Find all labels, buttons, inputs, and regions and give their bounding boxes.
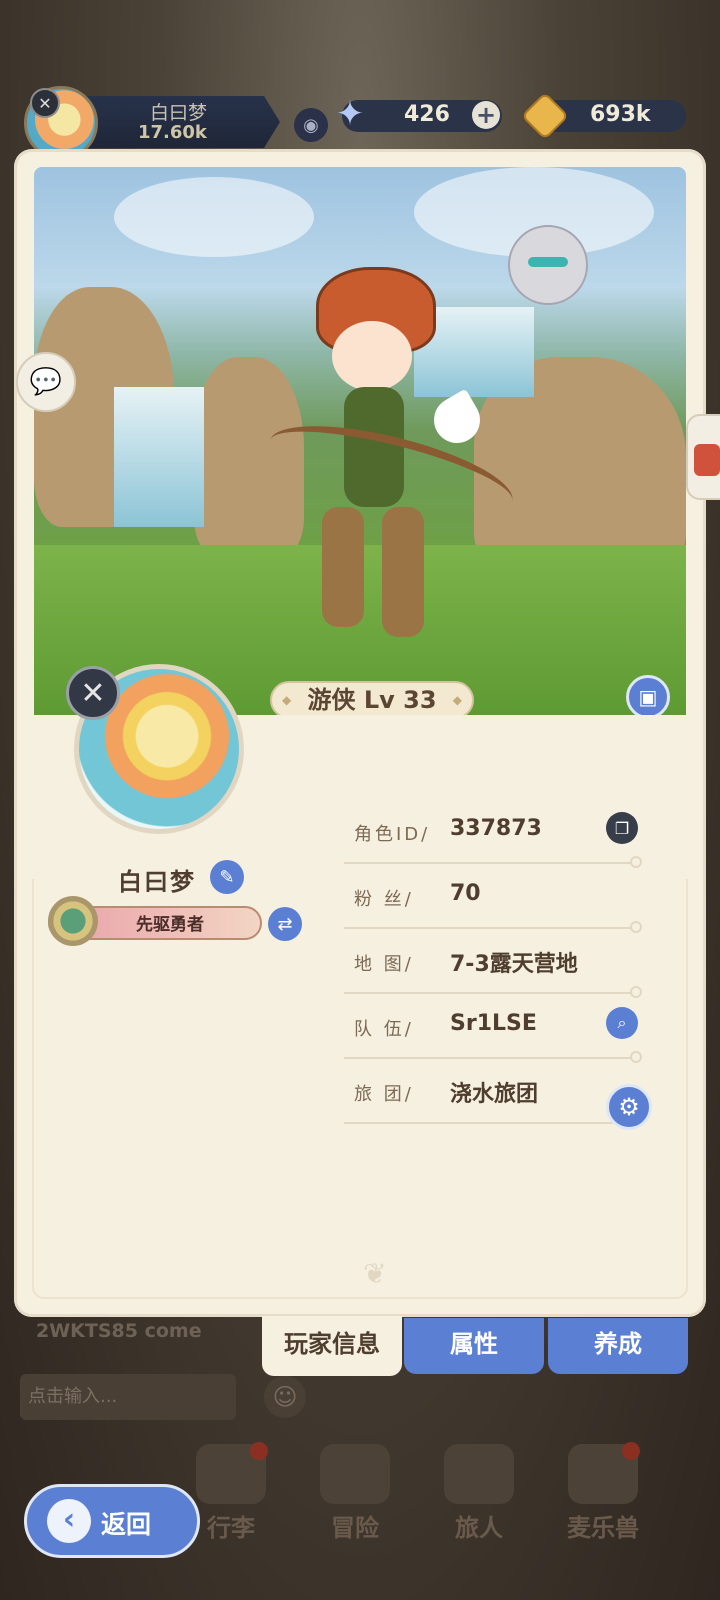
title-text: 先驱勇者 bbox=[136, 915, 204, 935]
gem-counter: ✦ 426 + bbox=[336, 94, 502, 134]
gold-coin-icon bbox=[520, 91, 570, 141]
info-row-id: 角色ID/ 337873 ❐ bbox=[344, 800, 642, 868]
side-tab[interactable] bbox=[686, 414, 720, 500]
info-label: 地 图/ bbox=[354, 954, 414, 975]
nav-label: 旅人 bbox=[455, 1514, 503, 1542]
info-label: 角色ID/ bbox=[354, 824, 431, 845]
nav-pets[interactable]: 麦乐兽 bbox=[548, 1442, 658, 1564]
gear-icon[interactable]: ⚙ bbox=[606, 1084, 652, 1130]
star-gem-icon: ✦ bbox=[335, 94, 365, 134]
tab-player-info[interactable]: 玩家信息 bbox=[262, 1316, 402, 1376]
copy-icon[interactable]: ❐ bbox=[606, 812, 638, 844]
emblem-icon[interactable]: ◉ bbox=[294, 108, 328, 142]
waterfall bbox=[114, 387, 204, 527]
search-icon[interactable]: ⌕ bbox=[606, 1007, 638, 1039]
nav-label: 行李 bbox=[207, 1514, 255, 1542]
add-gems-button[interactable]: + bbox=[472, 101, 500, 129]
info-label: 粉 丝/ bbox=[354, 889, 414, 910]
gold-counter: 693k bbox=[520, 91, 686, 141]
tab-growth[interactable]: 养成 bbox=[548, 1318, 688, 1374]
compass-icon: ✕ bbox=[66, 666, 120, 720]
info-row-guild: 旅 团/ 浇水旅团 bbox=[344, 1060, 642, 1128]
top-bar: 白曰梦 17.60k ✕ ◉ ✦ 426 + 693k bbox=[0, 86, 720, 160]
back-label: 返回 bbox=[101, 1510, 152, 1539]
class-level-label: 游侠 Lv 33 bbox=[270, 681, 474, 715]
back-arrow-icon: ‹ bbox=[47, 1499, 91, 1543]
notification-dot bbox=[250, 1442, 268, 1460]
info-value: 浇水旅团 bbox=[450, 1082, 539, 1107]
info-row-team: 队 伍/ Sr1LSE ⌕ bbox=[344, 995, 642, 1063]
chat-bubble-icon[interactable]: 💬 bbox=[16, 352, 76, 412]
swap-title-button[interactable]: ⇄ bbox=[268, 907, 302, 941]
nav-label: 麦乐兽 bbox=[567, 1514, 639, 1542]
emoji-icon[interactable]: ☺ bbox=[264, 1376, 306, 1418]
chat-last-message: 2WKTS85 come bbox=[36, 1320, 202, 1342]
character-boot-left bbox=[322, 507, 364, 627]
tab-attributes[interactable]: 属性 bbox=[404, 1318, 544, 1374]
gold-amount: 693k bbox=[590, 102, 651, 127]
cloud bbox=[114, 177, 314, 257]
info-value: 337873 bbox=[450, 816, 542, 841]
info-row-map: 地 图/ 7-3露天营地 bbox=[344, 930, 642, 998]
traveler-icon bbox=[444, 1444, 514, 1504]
info-value: 70 bbox=[450, 881, 481, 906]
character-face bbox=[332, 321, 412, 391]
shield-emblem-icon bbox=[48, 896, 98, 946]
crossed-swords-icon bbox=[320, 1444, 390, 1504]
info-label: 队 伍/ bbox=[354, 1019, 414, 1040]
info-value: 7-3露天营地 bbox=[450, 952, 578, 977]
player-name: 白曰梦 bbox=[118, 868, 196, 896]
photo-mode-icon[interactable]: ▣ bbox=[626, 675, 670, 715]
player-name-plate[interactable]: 白曰梦 17.60k bbox=[80, 96, 280, 148]
info-label: 旅 团/ bbox=[354, 1084, 414, 1105]
info-value: Sr1LSE bbox=[450, 1011, 537, 1036]
top-player-name: 白曰梦 bbox=[150, 102, 208, 124]
combat-power: 17.60k bbox=[138, 122, 207, 143]
info-row-fans: 粉 丝/ 70 bbox=[344, 865, 642, 933]
chat-input[interactable]: 点击输入... bbox=[20, 1374, 236, 1420]
edit-name-button[interactable]: ✎ bbox=[210, 860, 244, 894]
nav-adventure[interactable]: 冒险 bbox=[300, 1444, 410, 1564]
pet-companion bbox=[508, 225, 588, 305]
ornament-icon: ❦ bbox=[363, 1257, 387, 1290]
compass-icon: ✕ bbox=[30, 88, 60, 118]
nav-travelers[interactable]: 旅人 bbox=[424, 1444, 534, 1564]
character-boot-right bbox=[382, 507, 424, 637]
back-button[interactable]: ‹ 返回 bbox=[24, 1484, 200, 1558]
notification-dot bbox=[622, 1442, 640, 1460]
nav-label: 冒险 bbox=[331, 1514, 379, 1542]
character-showcase: 游侠 Lv 33 ▣ bbox=[34, 167, 686, 715]
gem-amount: 426 bbox=[404, 102, 450, 127]
